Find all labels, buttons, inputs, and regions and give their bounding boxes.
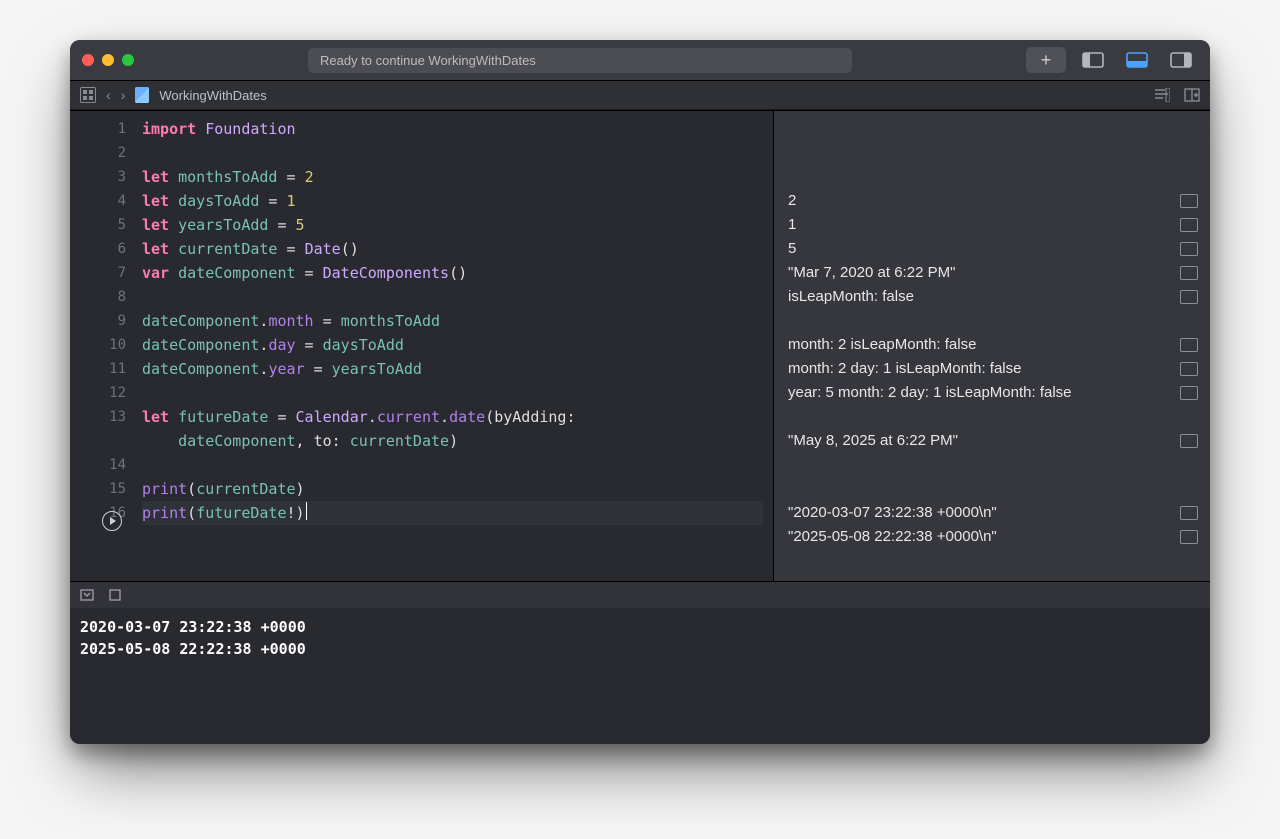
close-window-button[interactable] bbox=[82, 54, 94, 66]
quicklook-icon[interactable] bbox=[1180, 530, 1198, 544]
swift-file-icon bbox=[135, 87, 149, 103]
debug-dropdown-icon[interactable] bbox=[80, 588, 94, 602]
zoom-window-button[interactable] bbox=[122, 54, 134, 66]
minimize-window-button[interactable] bbox=[102, 54, 114, 66]
quicklook-icon[interactable] bbox=[1180, 242, 1198, 256]
result-row: 5 bbox=[788, 237, 1198, 261]
result-row: year: 5 month: 2 day: 1 isLeapMonth: fal… bbox=[788, 381, 1198, 405]
code-line[interactable]: let futureDate = Calendar.current.date(b… bbox=[142, 405, 763, 429]
minimap-toggle-icon[interactable] bbox=[1154, 88, 1170, 102]
titlebar: Ready to continue WorkingWithDates + bbox=[70, 40, 1210, 80]
result-value: isLeapMonth: false bbox=[788, 285, 914, 309]
toolbar-right: + bbox=[1026, 47, 1198, 73]
code-line[interactable] bbox=[142, 141, 763, 165]
xcode-playground-window: Ready to continue WorkingWithDates + ‹ ›… bbox=[70, 40, 1210, 744]
result-row: "May 8, 2025 at 6:22 PM" bbox=[788, 429, 1198, 453]
add-editor-icon[interactable] bbox=[1184, 88, 1200, 102]
debug-bar bbox=[70, 581, 1210, 608]
result-row bbox=[788, 477, 1198, 501]
result-value: year: 5 month: 2 day: 1 isLeapMonth: fal… bbox=[788, 381, 1072, 405]
quicklook-icon[interactable] bbox=[1180, 362, 1198, 376]
activity-status: Ready to continue WorkingWithDates bbox=[308, 48, 852, 73]
result-value: "May 8, 2025 at 6:22 PM" bbox=[788, 429, 958, 453]
result-row: "2020-03-07 23:22:38 +0000\n" bbox=[788, 501, 1198, 525]
code-line[interactable]: let daysToAdd = 1 bbox=[142, 189, 763, 213]
result-value: "2025-05-08 22:22:38 +0000\n" bbox=[788, 525, 997, 549]
result-row: "2025-05-08 22:22:38 +0000\n" bbox=[788, 525, 1198, 549]
code-line[interactable] bbox=[142, 453, 763, 477]
result-row bbox=[788, 309, 1198, 333]
code-line[interactable]: let yearsToAdd = 5 bbox=[142, 213, 763, 237]
code-line[interactable] bbox=[142, 285, 763, 309]
results-sidebar: 215"Mar 7, 2020 at 6:22 PM"isLeapMonth: … bbox=[773, 111, 1210, 581]
nav-back-button[interactable]: ‹ bbox=[106, 87, 111, 103]
result-row: "Mar 7, 2020 at 6:22 PM" bbox=[788, 261, 1198, 285]
quicklook-icon[interactable] bbox=[1180, 338, 1198, 352]
result-row bbox=[788, 165, 1198, 189]
code-line[interactable]: let monthsToAdd = 2 bbox=[142, 165, 763, 189]
quicklook-icon[interactable] bbox=[1180, 386, 1198, 400]
result-row: month: 2 isLeapMonth: false bbox=[788, 333, 1198, 357]
breadcrumb-file[interactable]: WorkingWithDates bbox=[159, 88, 266, 103]
code-line[interactable]: dateComponent.year = yearsToAdd bbox=[142, 357, 763, 381]
quicklook-icon[interactable] bbox=[1180, 194, 1198, 208]
code-line[interactable]: dateComponent.day = daysToAdd bbox=[142, 333, 763, 357]
result-row: isLeapMonth: false bbox=[788, 285, 1198, 309]
console-line: 2020-03-07 23:22:38 +0000 bbox=[80, 616, 1200, 638]
result-row bbox=[788, 405, 1198, 429]
result-value: 1 bbox=[788, 213, 796, 237]
code-editor[interactable]: 12345678910111213141516 import Foundatio… bbox=[70, 111, 773, 581]
main-split: 12345678910111213141516 import Foundatio… bbox=[70, 110, 1210, 581]
console-output[interactable]: 2020-03-07 23:22:38 +00002025-05-08 22:2… bbox=[70, 608, 1210, 744]
result-row: 2 bbox=[788, 189, 1198, 213]
code-line[interactable]: dateComponent, to: currentDate) bbox=[142, 429, 763, 453]
code-line[interactable]: var dateComponent = DateComponents() bbox=[142, 261, 763, 285]
code-line[interactable]: print(futureDate!) bbox=[142, 501, 763, 525]
window-controls bbox=[82, 54, 134, 66]
quicklook-icon[interactable] bbox=[1180, 434, 1198, 448]
quicklook-icon[interactable] bbox=[1180, 506, 1198, 520]
result-value: month: 2 isLeapMonth: false bbox=[788, 333, 976, 357]
toggle-left-panel-button[interactable] bbox=[1076, 48, 1110, 72]
result-row: 1 bbox=[788, 213, 1198, 237]
result-value: "Mar 7, 2020 at 6:22 PM" bbox=[788, 261, 955, 285]
result-row: month: 2 day: 1 isLeapMonth: false bbox=[788, 357, 1198, 381]
code-area[interactable]: import Foundationlet monthsToAdd = 2let … bbox=[138, 111, 773, 581]
code-line[interactable]: dateComponent.month = monthsToAdd bbox=[142, 309, 763, 333]
result-value: month: 2 day: 1 isLeapMonth: false bbox=[788, 357, 1021, 381]
console-line: 2025-05-08 22:22:38 +0000 bbox=[80, 638, 1200, 660]
toggle-debug-area-button[interactable] bbox=[1120, 48, 1154, 72]
result-value: "2020-03-07 23:22:38 +0000\n" bbox=[788, 501, 997, 525]
line-gutter: 12345678910111213141516 bbox=[70, 111, 138, 581]
toggle-right-panel-button[interactable] bbox=[1164, 48, 1198, 72]
quicklook-icon[interactable] bbox=[1180, 290, 1198, 304]
run-playground-button[interactable] bbox=[102, 511, 122, 531]
debug-panel-icon[interactable] bbox=[108, 588, 122, 602]
library-add-button[interactable]: + bbox=[1026, 47, 1066, 73]
code-line[interactable]: print(currentDate) bbox=[142, 477, 763, 501]
code-line[interactable]: let currentDate = Date() bbox=[142, 237, 763, 261]
result-row bbox=[788, 453, 1198, 477]
result-value: 5 bbox=[788, 237, 796, 261]
code-line[interactable] bbox=[142, 381, 763, 405]
quicklook-icon[interactable] bbox=[1180, 266, 1198, 280]
result-value: 2 bbox=[788, 189, 796, 213]
jump-bar: ‹ › WorkingWithDates bbox=[70, 80, 1210, 110]
quicklook-icon[interactable] bbox=[1180, 218, 1198, 232]
related-items-icon[interactable] bbox=[80, 87, 96, 103]
code-line[interactable]: import Foundation bbox=[142, 117, 763, 141]
nav-forward-button[interactable]: › bbox=[121, 87, 126, 103]
